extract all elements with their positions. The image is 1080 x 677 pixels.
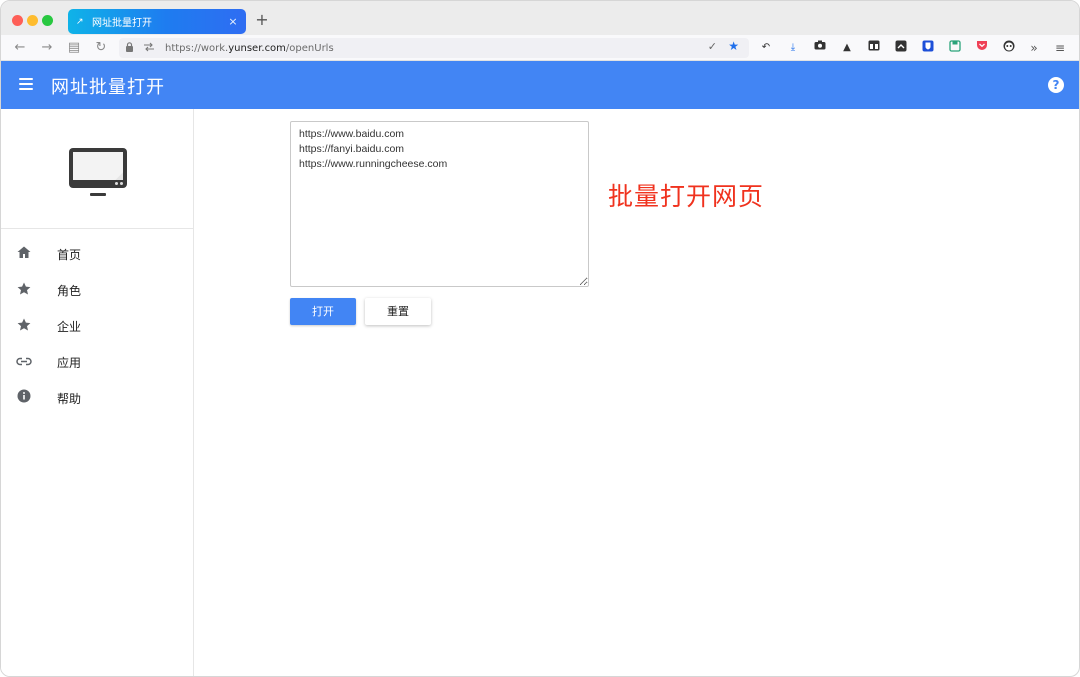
sidebar: 首页 角色 企业 应用 帮助 — [1, 109, 194, 676]
minimize-window-button[interactable] — [27, 15, 38, 26]
store-icon[interactable] — [866, 40, 882, 56]
tab-close-icon[interactable]: × — [226, 15, 240, 28]
help-icon[interactable]: ? — [1048, 77, 1064, 93]
active-tab[interactable]: ↗ 网址批量打开 × — [68, 9, 246, 34]
close-window-button[interactable] — [12, 15, 23, 26]
sidebar-item-label: 应用 — [57, 355, 82, 370]
open-button[interactable]: 打开 — [290, 298, 356, 325]
page-title: 网址批量打开 — [51, 77, 165, 98]
puzzle-extension-icon[interactable] — [893, 40, 909, 56]
hamburger-menu-icon[interactable]: ≡ — [1052, 40, 1068, 56]
pocket-icon[interactable] — [974, 40, 990, 56]
menu-icon[interactable] — [19, 78, 33, 90]
save-page-icon[interactable] — [947, 40, 963, 56]
overflow-chevron-icon[interactable]: » — [1026, 40, 1042, 56]
panda-icon[interactable] — [1001, 40, 1017, 56]
lock-icon[interactable] — [125, 41, 137, 55]
address-bar[interactable]: https://work.yunser.com/openUrls ✓ ★ — [119, 38, 749, 58]
sidebar-item-home[interactable]: 首页 — [1, 236, 193, 272]
monitor-icon — [69, 148, 127, 188]
home-icon — [16, 246, 32, 262]
tab-title: 网址批量打开 — [92, 18, 152, 29]
sidebar-item-roles[interactable]: 角色 — [1, 272, 193, 308]
new-tab-button[interactable]: + — [253, 11, 271, 29]
bitwarden-icon[interactable] — [920, 40, 936, 56]
back-icon[interactable]: ← — [11, 39, 29, 57]
reset-button[interactable]: 重置 — [365, 298, 431, 325]
browser-window: ↗ 网址批量打开 × + ← → ▤ ↻ https://work.yunser… — [0, 0, 1080, 677]
headline: 批量打开网页 — [608, 182, 765, 211]
urls-textarea[interactable]: https://www.baidu.com https://fanyi.baid… — [290, 121, 589, 287]
bookmark-star-icon[interactable]: ★ — [728, 39, 739, 53]
main-content: https://www.baidu.com https://fanyi.baid… — [194, 109, 1079, 676]
permissions-icon[interactable] — [143, 42, 157, 55]
sidebar-nav: 首页 角色 企业 应用 帮助 — [1, 229, 193, 416]
reload-icon[interactable]: ↻ — [92, 39, 110, 57]
forward-icon[interactable]: → — [38, 39, 56, 57]
sidebar-item-label: 企业 — [57, 319, 82, 334]
link-icon — [16, 354, 32, 370]
app-header: 网址批量打开 ? — [1, 61, 1079, 109]
star-icon — [16, 318, 32, 335]
info-icon — [16, 389, 32, 407]
tab-strip: ↗ 网址批量打开 × + — [1, 1, 1079, 35]
checkmark-icon[interactable]: ✓ — [708, 40, 717, 53]
sidebar-item-help[interactable]: 帮助 — [1, 380, 193, 416]
screenshot-icon[interactable] — [812, 40, 828, 56]
sidebar-item-label: 角色 — [57, 283, 82, 298]
zoom-window-button[interactable] — [42, 15, 53, 26]
sidebar-item-enterprise[interactable]: 企业 — [1, 308, 193, 344]
undo-close-tab-icon[interactable]: ↶ — [758, 40, 774, 56]
navigation-bar: ← → ▤ ↻ https://work.yunser.com/openUrls… — [1, 35, 1079, 61]
star-icon — [16, 282, 32, 299]
sidebar-item-apps[interactable]: 应用 — [1, 344, 193, 380]
sidebar-toggle-icon[interactable]: ▤ — [65, 39, 83, 57]
sidebar-logo — [1, 109, 193, 229]
url-text[interactable]: https://work.yunser.com/openUrls — [165, 43, 334, 54]
rocket-icon[interactable]: ▲ — [839, 40, 855, 56]
tab-favicon-icon: ↗ — [76, 16, 84, 27]
download-icon[interactable]: ⤓ — [785, 40, 801, 56]
sidebar-item-label: 首页 — [57, 247, 82, 262]
sidebar-item-label: 帮助 — [57, 391, 82, 406]
